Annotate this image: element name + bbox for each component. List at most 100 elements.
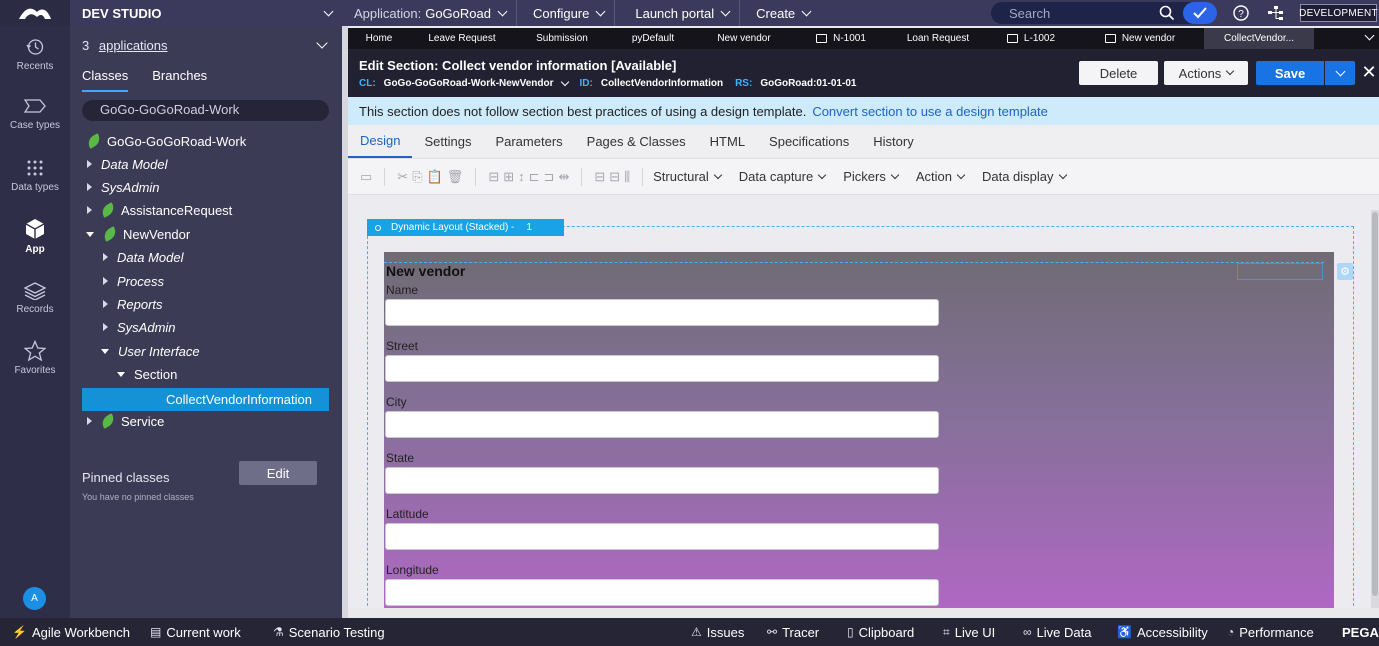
canvas-scrollbar[interactable] [1371, 210, 1379, 608]
action-dropdown[interactable]: Action [916, 169, 966, 184]
doc-tab-n-1001[interactable]: N-1001 [792, 28, 890, 49]
rail-item-case-types[interactable]: Case types [0, 98, 70, 131]
layout-left-icon[interactable]: ⊟ [594, 169, 605, 185]
city-field[interactable] [385, 411, 939, 438]
application-menu[interactable]: Application: GoGoRoad [342, 0, 517, 26]
expand-arrow-icon[interactable] [103, 323, 108, 331]
tree-node-process[interactable]: Process [103, 271, 164, 291]
current-work-button[interactable]: ▤ Current work [150, 618, 241, 646]
embedded-section[interactable]: New vendor Name Street City State Latitu… [384, 252, 1334, 608]
doc-tab-loan-request[interactable]: Loan Request [890, 28, 986, 49]
cut-icon[interactable]: ✂ [397, 169, 408, 185]
insert-row-above-icon[interactable]: ⊟ [488, 169, 499, 185]
longitude-field[interactable] [385, 579, 939, 606]
name-field[interactable] [385, 299, 939, 326]
paste-icon[interactable]: 📋 [427, 169, 443, 185]
tree-node-data-model[interactable]: Data Model [87, 154, 167, 174]
live-ui-button[interactable]: ⌗ Live UI [943, 618, 995, 646]
accessibility-button[interactable]: ♿ Accessibility [1117, 618, 1208, 646]
section-handle[interactable] [1237, 263, 1323, 280]
dynamic-layout-header[interactable]: Dynamic Layout (Stacked) - 1 [367, 219, 564, 236]
cl-value[interactable]: GoGo-GoGoRoad-Work-NewVendor [384, 78, 554, 89]
merge-icon[interactable]: ⇹ [558, 169, 569, 185]
doc-tab-pydefault[interactable]: pyDefault [610, 28, 696, 49]
collapse-arrow-icon[interactable] [101, 348, 109, 354]
save-button[interactable]: Save [1256, 61, 1324, 85]
expand-arrow-icon[interactable] [87, 183, 92, 191]
configure-menu[interactable]: Configure [517, 0, 616, 26]
doc-tab-new-vendor-2[interactable]: New vendor [1076, 28, 1204, 49]
agile-workbench-button[interactable]: ⚡ Agile Workbench [12, 618, 130, 646]
tree-node-collect-vendor-information[interactable]: CollectVendorInformation [82, 388, 329, 411]
actions-button[interactable]: Actions [1164, 61, 1248, 85]
applications-link[interactable]: applications [99, 38, 168, 53]
state-field[interactable] [385, 467, 939, 494]
tab-pages-classes[interactable]: Pages & Classes [575, 127, 698, 157]
launch-portal-menu[interactable]: Launch portal [615, 0, 741, 26]
insert-column-right-icon[interactable]: ⊐ [544, 169, 555, 185]
chevron-down-icon[interactable] [560, 77, 569, 86]
layout-right-icon[interactable]: ⊟ [609, 169, 620, 185]
insert-row-below-icon[interactable]: ⊞ [503, 169, 514, 185]
collapse-arrow-icon[interactable] [86, 231, 94, 237]
tree-node-new-vendor[interactable]: NewVendor [86, 224, 190, 244]
delete-icon[interactable]: 🗑 [447, 169, 464, 185]
search-go-button[interactable] [1183, 2, 1217, 24]
doc-tab-home[interactable]: Home [348, 28, 410, 49]
layout-columns-icon[interactable]: ⫼ [624, 169, 630, 185]
doc-tab-new-vendor[interactable]: New vendor [696, 28, 792, 49]
rail-item-app[interactable]: App [0, 218, 70, 255]
copy-icon[interactable]: ⎘ [412, 169, 422, 185]
search-icon[interactable] [1159, 5, 1175, 21]
rail-item-records[interactable]: Records [0, 282, 70, 315]
tab-settings[interactable]: Settings [412, 127, 483, 157]
expand-arrow-icon[interactable] [87, 160, 92, 168]
close-icon[interactable]: ✕ [1361, 63, 1377, 81]
expand-arrow-icon[interactable] [103, 277, 108, 285]
app-structure-icon[interactable] [1265, 3, 1285, 23]
properties-icon[interactable]: ▭ [360, 169, 372, 185]
tree-node-service[interactable]: Service [87, 411, 164, 431]
tab-parameters[interactable]: Parameters [483, 127, 574, 157]
rail-item-recents[interactable]: Recents [0, 38, 70, 72]
rail-item-data-types[interactable]: Data types [0, 159, 70, 193]
tracer-button[interactable]: ⚯ Tracer [767, 618, 819, 646]
pickers-dropdown[interactable]: Pickers [843, 169, 900, 184]
tab-branches[interactable]: Branches [152, 66, 207, 92]
save-options-button[interactable] [1325, 61, 1355, 85]
street-field[interactable] [385, 355, 939, 382]
tab-history[interactable]: History [861, 127, 925, 157]
scrollbar-thumb[interactable] [1372, 212, 1378, 596]
pega-logo[interactable] [0, 0, 70, 26]
help-icon[interactable]: ? [1231, 3, 1251, 23]
expand-arrow-icon[interactable] [87, 206, 92, 214]
delete-button[interactable]: Delete [1079, 61, 1158, 85]
latitude-field[interactable] [385, 523, 939, 550]
tree-node-sysadmin[interactable]: SysAdmin [87, 177, 160, 197]
expand-arrow-icon[interactable] [103, 253, 108, 261]
issues-button[interactable]: ⚠ Issues [691, 618, 744, 646]
expand-arrow-icon[interactable] [103, 300, 108, 308]
more-tabs-icon[interactable] [1364, 30, 1375, 41]
convert-section-link[interactable]: Convert section to use a design template [812, 104, 1048, 119]
scenario-testing-button[interactable]: ⚗ Scenario Testing [273, 618, 385, 646]
tree-node-class-root[interactable]: GoGo-GoGoRoad-Work [85, 131, 246, 151]
tree-node-nv-sysadmin[interactable]: SysAdmin [103, 317, 176, 337]
rail-item-favorites[interactable]: Favorites [0, 340, 70, 376]
applications-selector[interactable]: 3 applications [82, 37, 330, 53]
class-filter-input[interactable]: GoGo-GoGoRoad-Work [82, 100, 329, 121]
create-menu[interactable]: Create [740, 0, 820, 26]
live-data-button[interactable]: ∞ Live Data [1023, 618, 1091, 646]
tab-design[interactable]: Design [348, 126, 413, 158]
edit-pinned-button[interactable]: Edit [239, 461, 317, 485]
search-input[interactable]: Search [991, 2, 1217, 24]
gear-icon[interactable]: ⚙ [1337, 263, 1353, 280]
tree-node-nv-data-model[interactable]: Data Model [103, 247, 183, 267]
tree-node-user-interface[interactable]: User Interface [101, 341, 200, 361]
structural-dropdown[interactable]: Structural [653, 169, 723, 184]
data-capture-dropdown[interactable]: Data capture [739, 169, 827, 184]
tab-html[interactable]: HTML [698, 127, 757, 157]
data-display-dropdown[interactable]: Data display [982, 169, 1067, 184]
insert-column-left-icon[interactable]: ⊏ [529, 169, 540, 185]
tree-node-assistance-request[interactable]: AssistanceRequest [87, 200, 232, 220]
